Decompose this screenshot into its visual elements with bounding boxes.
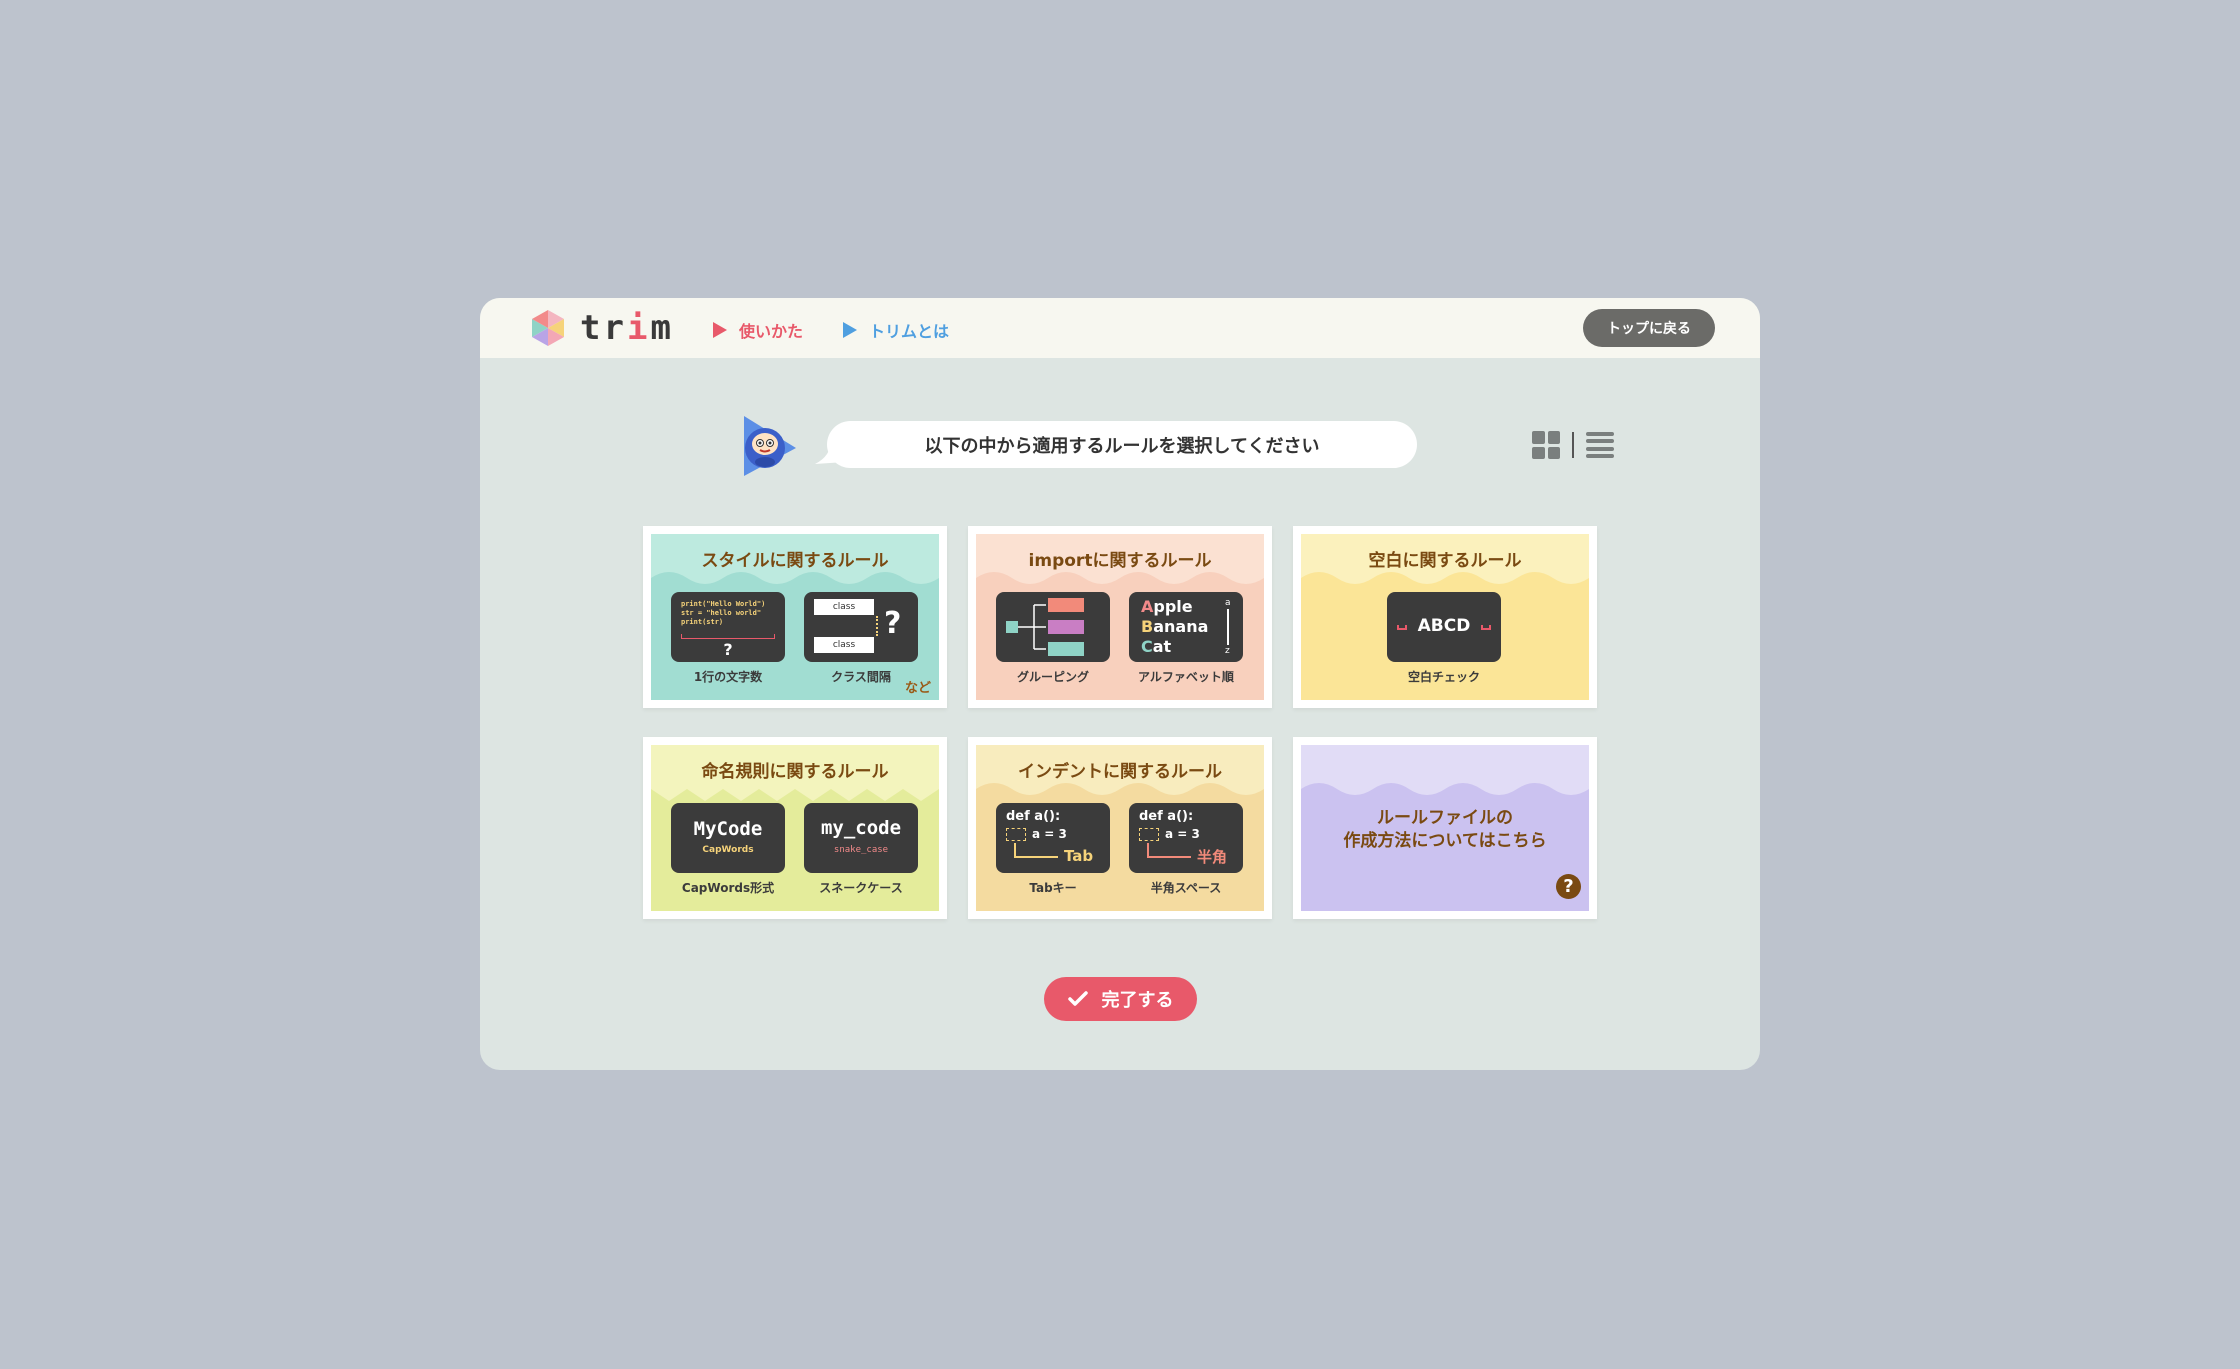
wave-decoration <box>1301 745 1589 795</box>
line-length-panel: print("Hello World") str = "hello world"… <box>671 592 785 662</box>
card-body: importに関するルール Apple Banana Cat a z グルーピン… <box>976 534 1264 700</box>
card-body: インデントに関するルール def a(): a = 3 Tab def a():… <box>976 745 1264 911</box>
indent-box <box>1139 828 1159 841</box>
class-box: class <box>814 637 874 653</box>
divider <box>1572 432 1574 458</box>
list-view-icon[interactable] <box>1586 432 1614 458</box>
card-title: importに関するルール <box>1028 551 1212 571</box>
card-item-label: グルーピング <box>1016 670 1089 684</box>
card-title: スタイルに関するルール <box>701 551 889 571</box>
snakecase-example: my_code <box>820 817 902 839</box>
alpha-item: Apple <box>1141 597 1193 616</box>
class-spacing-panel: class class ? <box>804 592 918 662</box>
nav-usage-label: 使いかた <box>739 322 804 341</box>
nav-about-link[interactable]: トリムとは <box>843 318 949 342</box>
rule-card-whitespace[interactable]: 空白に関するルール ABCD 空白チェック <box>1293 526 1597 708</box>
question-mark: ? <box>884 606 902 641</box>
tab-key-label: Tab <box>1064 847 1094 865</box>
daruma-mascot-icon <box>744 416 796 476</box>
nav-usage-link[interactable]: 使いかた <box>713 318 803 342</box>
card-item-label: 空白チェック <box>1407 670 1480 684</box>
code-line: def a(): <box>1006 809 1061 824</box>
capwords-example: MyCode <box>693 818 763 840</box>
grid-view-icon[interactable] <box>1532 431 1560 459</box>
code-line: a = 3 <box>1165 827 1200 841</box>
alphabetical-panel: Apple Banana Cat a z <box>1129 592 1243 662</box>
space-indent-panel: def a(): a = 3 半角 <box>1129 803 1243 873</box>
grouping-panel <box>996 592 1110 662</box>
card-item-label: CapWords形式 <box>681 881 775 895</box>
card-item-label: クラス間隔 <box>831 670 891 684</box>
half-space-label: 半角 <box>1197 848 1228 866</box>
space-mark <box>1481 625 1491 630</box>
tab-indent-panel: def a(): a = 3 Tab <box>996 803 1110 873</box>
checkmark-icon <box>1067 991 1088 1006</box>
arrow-line <box>1147 856 1191 858</box>
card-item-label: アルファベット順 <box>1138 670 1234 684</box>
arrow-stem <box>1014 843 1016 857</box>
width-bracket <box>681 634 775 639</box>
class-box: class <box>814 599 874 615</box>
arrow-stem <box>1147 843 1149 857</box>
range-end: z <box>1225 646 1230 656</box>
code-line: print("Hello World") <box>681 600 766 608</box>
card-body: スタイルに関するルール print("Hello World") str = "… <box>651 534 939 700</box>
card-item-label: スネークケース <box>819 881 903 895</box>
card-item-label: 1行の文字数 <box>693 670 763 684</box>
play-icon <box>843 322 857 338</box>
play-icon <box>713 322 727 338</box>
done-button-label: 完了する <box>1101 990 1174 1011</box>
code-line: def a(): <box>1139 809 1194 824</box>
question-mark: ? <box>723 640 733 659</box>
rule-card-style[interactable]: スタイルに関するルール print("Hello World") str = "… <box>643 526 947 708</box>
app-window: trim 使いかた トリムとは トップに戻る 以下の中から適用するルールを選択し… <box>480 298 1760 1070</box>
arrow-line <box>1014 856 1058 858</box>
whitespace-panel: ABCD <box>1387 592 1501 662</box>
card-title: 命名規則に関するルール <box>701 762 889 782</box>
etc-label: など <box>904 681 931 696</box>
card-item-label: Tabキー <box>1029 881 1077 895</box>
code-line: print(str) <box>681 618 724 626</box>
rule-card-indent[interactable]: インデントに関するルール def a(): a = 3 Tab def a():… <box>968 737 1272 919</box>
help-card-title: ルールファイルの 作成方法についてはこちら <box>1343 808 1547 851</box>
card-title: 空白に関するルール <box>1368 551 1522 571</box>
card-body: ルールファイルの 作成方法についてはこちら ? <box>1301 745 1589 911</box>
alpha-item: Banana <box>1141 617 1209 636</box>
code-line: str = "hello world" <box>681 609 762 617</box>
rule-card-import[interactable]: importに関するルール Apple Banana Cat a z グルーピン… <box>968 526 1272 708</box>
back-to-top-button[interactable]: トップに戻る <box>1583 309 1715 347</box>
snakecase-caption: snake_case <box>833 845 889 855</box>
card-title: インデントに関するルール <box>1018 762 1222 782</box>
indent-box <box>1006 828 1026 841</box>
spacing-indicator <box>876 616 878 636</box>
logo-text: trim <box>580 308 674 348</box>
range-start: a <box>1225 598 1231 608</box>
capwords-caption: CapWords <box>702 845 754 855</box>
header: trim 使いかた トリムとは トップに戻る <box>480 298 1760 358</box>
alpha-item: Cat <box>1141 637 1172 656</box>
done-button[interactable]: 完了する <box>1044 977 1197 1021</box>
rule-file-help-card[interactable]: ルールファイルの 作成方法についてはこちら ? <box>1293 737 1597 919</box>
capwords-panel: MyCode CapWords <box>671 803 785 873</box>
nav-about-label: トリムとは <box>869 322 950 341</box>
snakecase-panel: my_code snake_case <box>804 803 918 873</box>
logo[interactable]: trim <box>528 308 674 348</box>
logo-icon <box>532 310 564 346</box>
card-item-label: 半角スペース <box>1150 881 1222 895</box>
card-body: 空白に関するルール ABCD 空白チェック <box>1301 534 1589 700</box>
card-body: 命名規則に関するルール MyCode CapWords my_code snak… <box>651 745 939 911</box>
sort-arrow <box>1227 609 1229 645</box>
instruction-bubble: 以下の中から適用するルールを選択してください <box>827 421 1417 468</box>
help-icon: ? <box>1556 874 1581 899</box>
grouping-tree-icon <box>1006 598 1084 656</box>
rule-card-naming[interactable]: 命名規則に関するルール MyCode CapWords my_code snak… <box>643 737 947 919</box>
view-toggle <box>1532 431 1614 459</box>
code-line: a = 3 <box>1032 827 1067 841</box>
